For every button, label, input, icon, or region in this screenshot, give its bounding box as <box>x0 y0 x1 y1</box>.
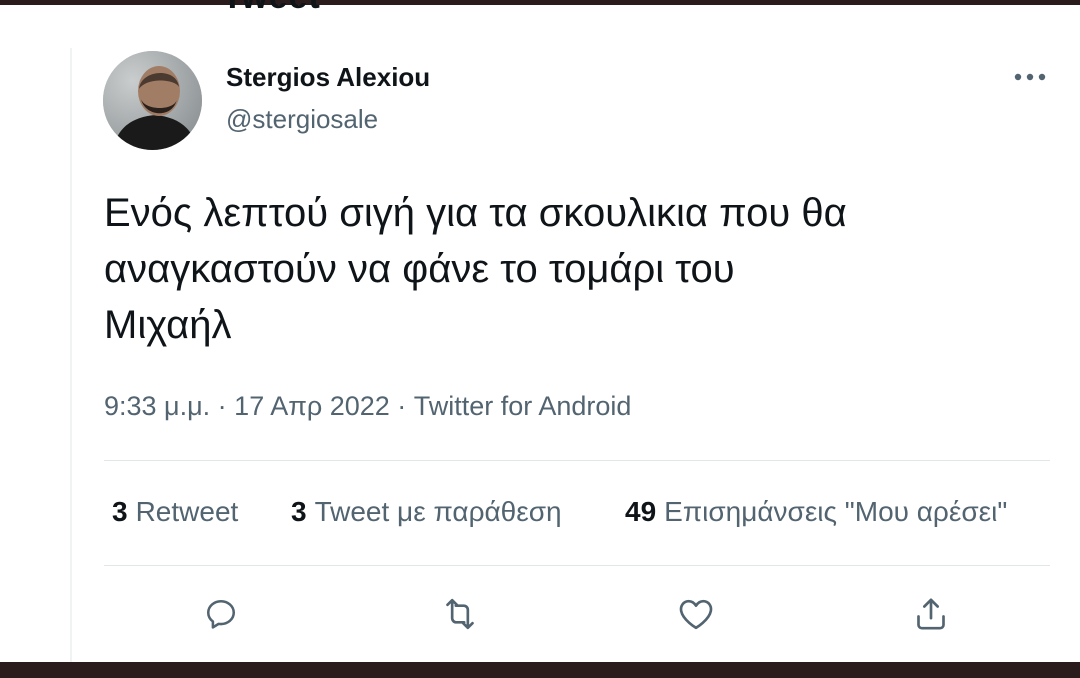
share-icon <box>917 598 945 630</box>
meta-separator: · <box>210 391 235 421</box>
likes-count: 49 <box>625 496 657 527</box>
retweet-label: Retweet <box>135 496 239 527</box>
tweet-text: Ενός λεπτού σιγή για τα σκουλικια που θα… <box>104 185 1034 353</box>
quote-tweet-stat[interactable]: 3 Tweet με παράθεση <box>291 496 562 528</box>
likes-label: Επισημάνσεις "Μου αρέσει" <box>664 496 1008 527</box>
top-frame-bar <box>0 0 1080 5</box>
person-photo-avatar-icon <box>103 51 202 150</box>
tweet-text-line: Μιχαήλ <box>104 303 232 347</box>
author-handle[interactable]: @stergiosale <box>226 104 378 135</box>
retweet-count: 3 <box>112 496 128 527</box>
meta-separator: · <box>389 391 414 421</box>
column-divider <box>70 48 72 662</box>
quote-tweet-count: 3 <box>291 496 307 527</box>
like-button[interactable] <box>676 594 716 634</box>
more-dots-icon <box>1014 73 1046 81</box>
more-options-button[interactable] <box>1010 60 1050 94</box>
reply-button[interactable] <box>201 594 241 634</box>
tweet-source[interactable]: Twitter for Android <box>414 391 632 421</box>
reply-icon <box>206 599 236 629</box>
likes-stat[interactable]: 49 Επισημάνσεις "Μου αρέσει" <box>625 496 1007 528</box>
stats-top-divider <box>104 460 1050 461</box>
retweet-stat[interactable]: 3 Retweet <box>112 496 238 528</box>
tweet-text-line: αναγκαστούν να φάνε το τομάρι του <box>104 247 735 291</box>
page-title-fragment: Tweet <box>222 0 321 17</box>
avatar[interactable] <box>103 51 202 150</box>
tweet-metadata: 9:33 μ.μ. · 17 Απρ 2022 · Twitter for An… <box>104 391 631 422</box>
tweet-time[interactable]: 9:33 μ.μ. <box>104 391 210 421</box>
bottom-frame-bar <box>0 662 1080 678</box>
retweet-button[interactable] <box>440 594 480 634</box>
author-display-name[interactable]: Stergios Alexiou <box>226 62 430 93</box>
heart-icon <box>679 599 713 630</box>
quote-tweet-label: Tweet με παράθεση <box>314 496 562 527</box>
retweet-icon <box>446 598 474 630</box>
actions-top-divider <box>104 565 1050 566</box>
tweet-text-line: Ενός λεπτού σιγή για τα σκουλικια που θα <box>104 191 847 235</box>
share-button[interactable] <box>911 594 951 634</box>
tweet-date[interactable]: 17 Απρ 2022 <box>234 391 390 421</box>
